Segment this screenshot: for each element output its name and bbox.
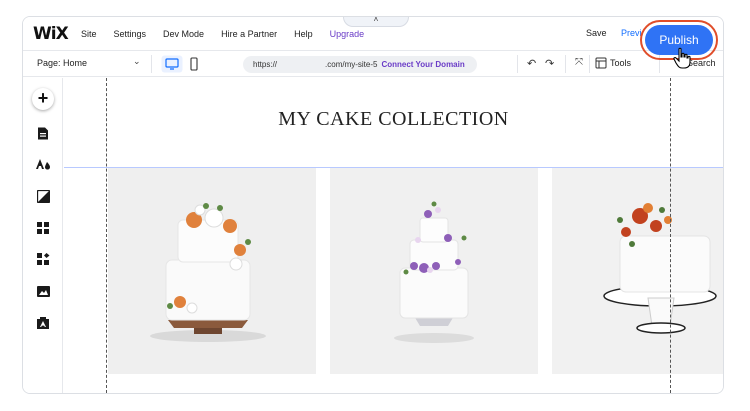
site-canvas[interactable]: MY CAKE COLLECTION [64, 78, 723, 393]
chevron-down-icon[interactable]: ⌄ [133, 56, 141, 67]
redo-icon[interactable]: ↷ [545, 57, 554, 70]
media-icon[interactable] [35, 283, 51, 299]
zoom-out-icon[interactable]: ⤧ [575, 57, 583, 68]
top-bar: WiX Site Settings Dev Mode Hire a Partne… [23, 17, 723, 51]
menu-upgrade[interactable]: Upgrade [330, 29, 365, 39]
add-apps-icon[interactable] [35, 251, 51, 267]
menu-hire-a-partner[interactable]: Hire a Partner [221, 29, 277, 39]
url-site: .com/my-site-5 [325, 60, 378, 69]
cake-photo-3[interactable] [552, 168, 723, 374]
tools-button[interactable]: Tools [610, 58, 631, 68]
tools-icon[interactable] [595, 57, 607, 69]
preview-button[interactable]: Previ [621, 28, 642, 38]
wix-logo[interactable]: WiX [33, 24, 69, 44]
add-elements-button[interactable]: + [32, 88, 54, 110]
apps-icon[interactable] [35, 220, 51, 236]
right-margin-guide [670, 78, 671, 393]
editor-toolbar: Page: Home ⌄ https:// .com/my-site-5 Conne… [23, 51, 723, 77]
mobile-view-icon[interactable] [187, 55, 201, 73]
menu-dev-mode[interactable]: Dev Mode [163, 29, 204, 39]
menu-settings[interactable]: Settings [114, 29, 147, 39]
toolbar-divider [517, 55, 518, 73]
collapse-topbar-button[interactable]: ˄ [343, 17, 409, 27]
hand-cursor-icon [673, 47, 691, 69]
cake-photo-2[interactable] [330, 168, 538, 374]
save-button[interactable]: Save [586, 28, 607, 38]
design-icon[interactable] [35, 156, 51, 172]
page-selector[interactable]: Page: Home [37, 58, 87, 68]
toolbar-divider [589, 55, 590, 73]
editor-window: WiX Site Settings Dev Mode Hire a Partne… [22, 16, 724, 394]
site-title[interactable]: MY CAKE COLLECTION [64, 108, 723, 131]
toolbar-divider [565, 55, 566, 73]
portfolio-icon[interactable] [35, 314, 51, 330]
desktop-view-icon[interactable] [161, 55, 183, 73]
connect-domain-link[interactable]: Connect Your Domain [381, 60, 464, 69]
site-url-bar[interactable]: https:// .com/my-site-5 Connect Your Domai… [243, 56, 477, 73]
url-prefix: https:// [253, 60, 278, 69]
menu-help[interactable]: Help [294, 29, 313, 39]
left-margin-guide [106, 78, 107, 393]
pages-icon[interactable] [35, 125, 51, 141]
top-menu: Site Settings Dev Mode Hire a Partner He… [81, 17, 381, 51]
cake-photo-1[interactable] [108, 168, 316, 374]
toolbar-divider [151, 55, 152, 73]
menu-site[interactable]: Site [81, 29, 97, 39]
left-sidebar: + [23, 78, 63, 393]
undo-icon[interactable]: ↶ [527, 57, 536, 70]
background-icon[interactable] [35, 188, 51, 204]
